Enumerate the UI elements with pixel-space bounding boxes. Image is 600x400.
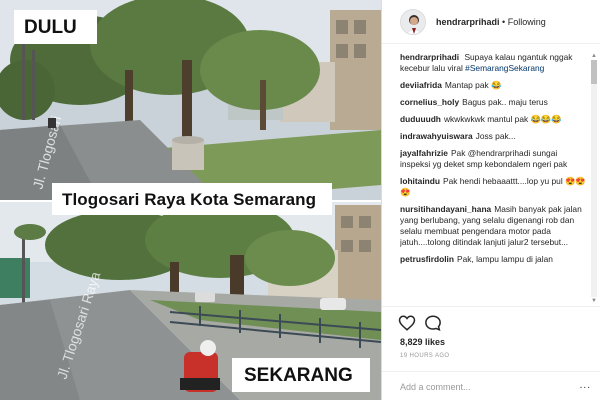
- comment-item: indrawahyuiswara Joss pak...: [400, 131, 588, 142]
- header-username[interactable]: hendrarprihadi: [436, 17, 500, 27]
- comment-username[interactable]: deviiafrida: [400, 80, 442, 90]
- comment-text: wkwkwkwk mantul pak 😂😂😂: [443, 114, 562, 124]
- scroll-up-icon[interactable]: ▲: [590, 52, 598, 60]
- comment-item: cornelius_holy Bagus pak.. maju terus: [400, 97, 588, 108]
- comment-username[interactable]: lohitaindu: [400, 176, 440, 186]
- comment-username[interactable]: indrawahyuiswara: [400, 131, 473, 141]
- comment-item: duduuudh wkwkwkwk mantul pak 😂😂😂: [400, 114, 588, 125]
- label-after: SEKARANG: [232, 358, 370, 392]
- post-sidebar: hendrarprihadi • Following hendrarprihad…: [381, 0, 600, 400]
- comment-item: jayalfahrizie Pak @hendrarprihadi sungai …: [400, 148, 588, 170]
- scroll-down-icon[interactable]: ▼: [590, 297, 598, 305]
- header-separator: •: [502, 17, 506, 27]
- more-options-icon[interactable]: ...: [580, 380, 591, 391]
- label-before: DULU: [14, 10, 97, 44]
- likes-count[interactable]: 8,829 likes: [400, 337, 445, 347]
- comment-item: deviiafrida Mantap pak 😂: [400, 80, 588, 91]
- comment-icon-graphic: [425, 315, 441, 331]
- comment-item: nursitihandayani_hana Masih banyak pak ja…: [400, 204, 588, 248]
- post-timestamp: 19 HOURS AGO: [400, 353, 450, 359]
- comment-username[interactable]: nursitihandayani_hana: [400, 204, 491, 214]
- post-actions: 8,829 likes 19 HOURS AGO ...: [382, 306, 600, 400]
- heart-icon[interactable]: [398, 314, 416, 332]
- avatar-image: [401, 10, 425, 34]
- following-button[interactable]: Following: [508, 17, 546, 27]
- caption-username[interactable]: hendrarprihadi: [400, 52, 459, 62]
- comment-item: petrusfirdolin Pak, lampu lampu di jalan: [400, 254, 588, 265]
- comment-username[interactable]: duduuudh: [400, 114, 441, 124]
- comment-text: Bagus pak.. maju terus: [462, 97, 548, 107]
- comment-text: Pak, lampu lampu di jalan: [456, 254, 553, 264]
- heart-icon-graphic: [398, 315, 416, 331]
- comment-username[interactable]: jayalfahrizie: [400, 148, 448, 158]
- comment-text: Mantap pak 😂: [444, 80, 502, 90]
- comment-username[interactable]: petrusfirdolin: [400, 254, 454, 264]
- add-comment-input[interactable]: [400, 380, 570, 394]
- comment-item: lohitaindu Pak hendi hebaaattt....lop yu …: [400, 176, 588, 198]
- comment-text: Joss pak...: [475, 131, 516, 141]
- comments-list[interactable]: hendrarprihadi Supaya kalau ngantuk ngga…: [400, 52, 588, 305]
- avatar[interactable]: [400, 9, 426, 35]
- post-photo[interactable]: Jl. Tlogosari Jl. Tlogosari Raya DULU Tl…: [0, 0, 381, 400]
- scrollbar-track[interactable]: [591, 60, 597, 297]
- caption: hendrarprihadi Supaya kalau ngantuk ngga…: [400, 52, 588, 74]
- header-user-line: hendrarprihadi • Following: [436, 17, 546, 27]
- comment-username[interactable]: cornelius_holy: [400, 97, 459, 107]
- caption-hashtag[interactable]: #SemarangSekarang: [465, 63, 544, 73]
- post-header: hendrarprihadi • Following: [382, 0, 600, 44]
- scrollbar-thumb[interactable]: [591, 60, 597, 84]
- comment-icon[interactable]: [424, 314, 442, 332]
- add-comment-bar: ...: [382, 371, 600, 400]
- label-location: Tlogosari Raya Kota Semarang: [52, 183, 332, 215]
- comments-scrollbar[interactable]: ▲ ▼: [590, 52, 598, 305]
